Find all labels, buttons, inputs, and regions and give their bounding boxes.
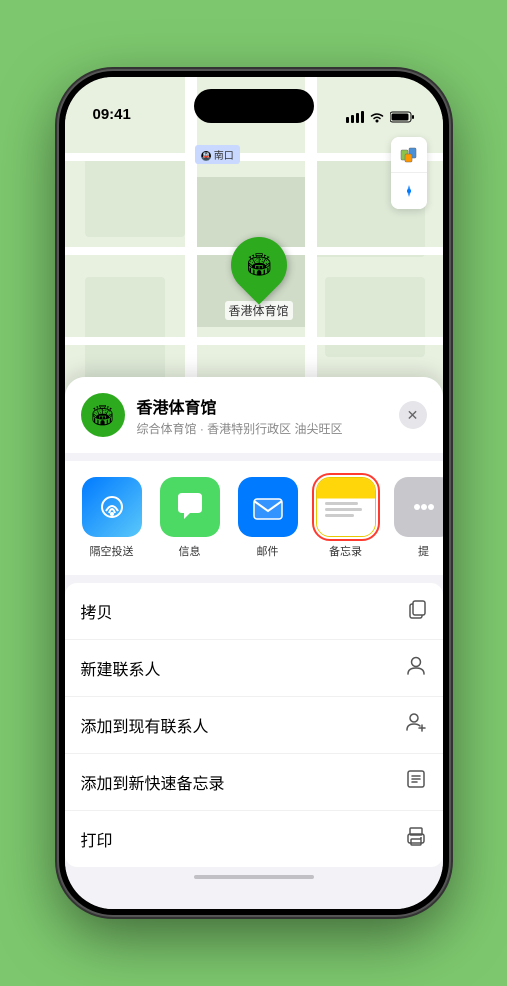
notes-icon (316, 477, 376, 537)
share-mail[interactable]: 邮件 (233, 477, 303, 559)
message-label: 信息 (179, 543, 201, 559)
person-icon (405, 654, 427, 682)
status-icons (346, 111, 415, 123)
note-icon (405, 768, 427, 796)
phone-frame: 09:41 (59, 71, 449, 915)
map-type-button[interactable] (391, 137, 427, 173)
battery-icon (390, 111, 415, 123)
message-icon (160, 477, 220, 537)
menu-new-contact-label: 新建联系人 (81, 656, 161, 680)
menu-section: 拷贝 新建联系人 (65, 583, 443, 867)
message-svg (172, 489, 208, 525)
menu-quick-note-label: 添加到新快速备忘录 (81, 770, 225, 794)
phone-screen: 09:41 (65, 77, 443, 909)
menu-add-existing-label: 添加到现有联系人 (81, 713, 209, 737)
more-label: 提 (418, 543, 429, 559)
print-icon (405, 825, 427, 853)
share-notes[interactable]: 备忘录 (311, 477, 381, 559)
map-south-label: 🚇南口 (195, 145, 240, 164)
home-indicator (194, 875, 314, 879)
wifi-icon (369, 111, 385, 123)
pin-icon: 🏟 (245, 252, 273, 278)
print-svg (405, 825, 427, 847)
map-controls (391, 137, 427, 209)
compass-button[interactable] (391, 173, 427, 209)
person-add-svg (405, 711, 427, 733)
copy-icon (405, 597, 427, 625)
location-subtitle: 综合体育馆 · 香港特别行政区 油尖旺区 (137, 420, 387, 437)
share-more[interactable]: 提 (389, 477, 443, 559)
compass-icon (401, 183, 417, 199)
share-actions-row: 隔空投送 信息 (65, 461, 443, 575)
airdrop-svg (96, 491, 128, 523)
more-icon (394, 477, 443, 537)
map-icon (400, 146, 418, 164)
menu-add-existing[interactable]: 添加到现有联系人 (65, 697, 443, 754)
location-venue-icon: 🏟 (81, 393, 125, 437)
person-add-icon (405, 711, 427, 739)
notes-lines (317, 478, 375, 525)
menu-quick-note[interactable]: 添加到新快速备忘录 (65, 754, 443, 811)
close-button[interactable]: ✕ (399, 401, 427, 429)
bottom-sheet: 🏟 香港体育馆 综合体育馆 · 香港特别行政区 油尖旺区 ✕ (65, 377, 443, 909)
dynamic-island (194, 89, 314, 123)
copy-svg (405, 597, 427, 619)
person-svg (405, 654, 427, 676)
home-indicator-area (65, 875, 443, 879)
mail-label: 邮件 (257, 543, 279, 559)
share-message[interactable]: 信息 (155, 477, 225, 559)
menu-copy-label: 拷贝 (81, 599, 113, 623)
mail-svg (250, 489, 286, 525)
menu-print-label: 打印 (81, 827, 113, 851)
location-header: 🏟 香港体育馆 综合体育馆 · 香港特别行政区 油尖旺区 ✕ (65, 377, 443, 453)
airdrop-label: 隔空投送 (90, 543, 134, 559)
note-svg (405, 768, 427, 790)
menu-print[interactable]: 打印 (65, 811, 443, 867)
mail-icon (238, 477, 298, 537)
location-name: 香港体育馆 (137, 394, 387, 418)
share-airdrop[interactable]: 隔空投送 (77, 477, 147, 559)
location-pin[interactable]: 🏟 香港体育馆 (225, 237, 293, 320)
pin-marker: 🏟 (219, 225, 298, 304)
menu-new-contact[interactable]: 新建联系人 (65, 640, 443, 697)
signal-icon (346, 111, 364, 123)
location-info: 香港体育馆 综合体育馆 · 香港特别行政区 油尖旺区 (137, 394, 387, 437)
status-time: 09:41 (93, 106, 131, 123)
more-dots (409, 492, 439, 522)
airdrop-icon (82, 477, 142, 537)
menu-copy[interactable]: 拷贝 (65, 583, 443, 640)
notes-label: 备忘录 (329, 543, 362, 559)
